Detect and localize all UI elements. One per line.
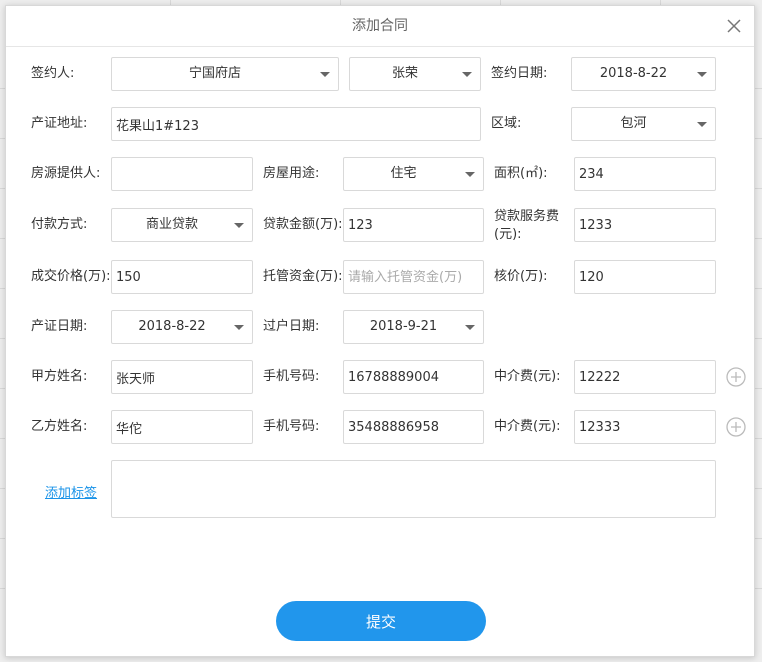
- sign-date-value: 2018-8-22: [599, 66, 668, 81]
- usage-select[interactable]: 住宅: [343, 157, 484, 191]
- signer-label: 签约人:: [31, 66, 75, 81]
- chevron-down-icon: [320, 72, 330, 77]
- party-b-fee-label: 中介费(元):: [494, 419, 561, 434]
- party-b-label: 乙方姓名:: [31, 419, 88, 434]
- submit-button[interactable]: 提交: [276, 601, 486, 641]
- party-a-phone-input[interactable]: [343, 360, 484, 394]
- chevron-down-icon: [697, 122, 707, 127]
- party-a-label: 甲方姓名:: [31, 369, 88, 384]
- deal-price-input[interactable]: [111, 260, 253, 294]
- chevron-down-icon: [465, 325, 475, 330]
- sign-date-picker[interactable]: 2018-8-22: [571, 57, 716, 91]
- add-party-b-icon[interactable]: [726, 417, 746, 437]
- party-b-fee-input[interactable]: [574, 410, 716, 444]
- chevron-down-icon: [234, 223, 244, 228]
- loan-fee-input[interactable]: [574, 208, 716, 242]
- loan-amount-input[interactable]: [343, 208, 484, 242]
- usage-label: 房屋用途:: [263, 166, 320, 181]
- close-icon[interactable]: [726, 18, 742, 34]
- cert-date-label: 产证日期:: [31, 319, 88, 334]
- appraisal-label: 核价(万):: [494, 269, 548, 284]
- district-select[interactable]: 包河: [571, 107, 716, 141]
- party-a-input[interactable]: [111, 360, 253, 394]
- escrow-input[interactable]: [343, 260, 484, 294]
- sign-date-label: 签约日期:: [491, 66, 548, 81]
- area-label: 面积(㎡):: [494, 166, 548, 181]
- party-a-fee-label: 中介费(元):: [494, 369, 561, 384]
- payment-select[interactable]: 商业贷款: [111, 208, 253, 242]
- district-value: 包河: [620, 116, 647, 131]
- district-label: 区域:: [491, 116, 522, 131]
- area-input[interactable]: [574, 157, 716, 191]
- cert-address-label: 产证地址:: [31, 116, 88, 131]
- signer-store-select[interactable]: 宁国府店: [111, 57, 339, 91]
- chevron-down-icon: [697, 72, 707, 77]
- cert-date-value: 2018-8-22: [138, 319, 206, 334]
- signer-name-value: 张荣: [391, 66, 418, 81]
- appraisal-input[interactable]: [574, 260, 716, 294]
- dialog-header: 添加合同: [6, 6, 754, 47]
- escrow-label: 托管资金(万):: [263, 269, 343, 284]
- chevron-down-icon: [462, 72, 472, 77]
- provider-input[interactable]: [111, 157, 253, 191]
- provider-label: 房源提供人:: [31, 166, 101, 181]
- party-b-phone-label: 手机号码:: [263, 419, 320, 434]
- loan-fee-label: 贷款服务费(元):: [494, 209, 560, 242]
- add-tag-link[interactable]: 添加标签: [45, 482, 97, 501]
- transfer-date-value: 2018-9-21: [369, 319, 438, 334]
- chevron-down-icon: [234, 325, 244, 330]
- dialog-title: 添加合同: [352, 18, 408, 34]
- usage-value: 住宅: [390, 166, 417, 181]
- deal-price-label: 成交价格(万):: [31, 269, 111, 284]
- signer-store-value: 宁国府店: [188, 66, 241, 81]
- cert-address-input[interactable]: [111, 107, 481, 141]
- transfer-date-label: 过户日期:: [263, 319, 320, 334]
- party-b-input[interactable]: [111, 410, 253, 444]
- loan-amount-label: 贷款金额(万):: [263, 217, 343, 232]
- cert-date-picker[interactable]: 2018-8-22: [111, 310, 253, 344]
- party-a-phone-label: 手机号码:: [263, 369, 320, 384]
- party-a-fee-input[interactable]: [574, 360, 716, 394]
- payment-value: 商业贷款: [145, 217, 198, 232]
- signer-name-select[interactable]: 张荣: [349, 57, 481, 91]
- payment-label: 付款方式:: [31, 217, 88, 232]
- chevron-down-icon: [465, 172, 475, 177]
- tags-textarea[interactable]: [111, 460, 716, 518]
- party-b-phone-input[interactable]: [343, 410, 484, 444]
- add-contract-dialog: 添加合同 签约人: 宁国府店 张荣 签约日期: 2018-8-22 产证地址: …: [5, 5, 755, 657]
- transfer-date-picker[interactable]: 2018-9-21: [343, 310, 484, 344]
- add-party-a-icon[interactable]: [726, 367, 746, 387]
